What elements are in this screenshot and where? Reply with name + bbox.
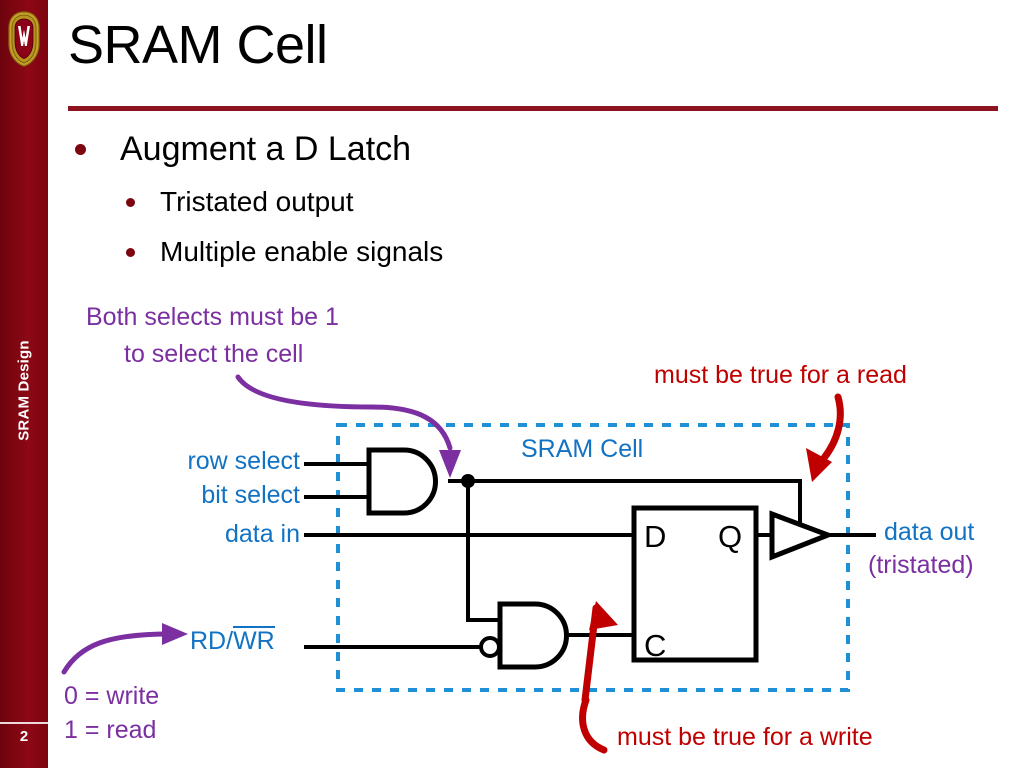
circuit-wires — [304, 462, 876, 649]
annotation-rd-wr-zero: 0 = write — [64, 682, 160, 710]
annotation-must-be-true-read: must be true for a read — [654, 361, 907, 389]
wire-junction-dot — [461, 474, 475, 488]
latch-pin-q: Q — [718, 519, 742, 554]
rd-wr-overline-wr: WR — [233, 626, 275, 655]
bullet-marker-level2-0 — [126, 198, 135, 207]
purple-arrowhead-down-icon — [439, 450, 461, 478]
bullet-marker-level1 — [75, 144, 86, 155]
signal-label-data-in: data in — [224, 520, 300, 548]
bullet-level1: Augment a D Latch — [120, 130, 412, 168]
latch-pin-c: C — [644, 628, 666, 663]
rd-wr-prefix: RD/ — [190, 627, 234, 655]
sram-cell-label: SRAM Cell — [521, 435, 644, 463]
d-latch-box — [631, 505, 759, 663]
page-number: 2 — [19, 728, 29, 745]
latch-pin-d: D — [644, 519, 666, 554]
bullet-level2-0: Tristated output — [160, 186, 354, 217]
purple-arrowhead-right-icon — [162, 623, 188, 645]
annotation-both-selects-line1: Both selects must be 1 — [86, 303, 339, 331]
sram-cell-boundary — [336, 423, 850, 692]
tristate-buffer — [769, 510, 835, 561]
signal-label-rd-wr: RD/WR — [190, 626, 275, 656]
signal-label-data-out: data out — [884, 518, 975, 546]
annotation-rd-wr-one: 1 = read — [64, 716, 157, 744]
uw-crest-logo — [8, 11, 40, 67]
title-underline — [68, 106, 998, 111]
annotation-must-be-true-write: must be true for a write — [617, 723, 873, 751]
and-gate-select — [366, 447, 438, 516]
inverting-bubble-icon — [479, 636, 501, 658]
annotation-tristated: (tristated) — [868, 551, 974, 579]
page-title: SRAM Cell — [68, 15, 328, 75]
sidebar-divider — [0, 722, 48, 724]
and-gate-write-enable — [497, 601, 569, 670]
sidebar-section-label: SRAM Design — [15, 340, 33, 441]
red-arrowhead-write-icon — [589, 601, 618, 630]
signal-label-row-select: row select — [187, 447, 300, 475]
annotation-both-selects-line2: to select the cell — [124, 340, 304, 368]
signal-label-bit-select: bit select — [201, 481, 300, 509]
red-arrow-write-stem — [581, 604, 600, 704]
bullet-marker-level2-1 — [126, 248, 135, 257]
slide-canvas: 2 SRAM Design SRAM Cell Augment a D Latc… — [0, 0, 1024, 768]
red-arrowhead-read-icon — [806, 448, 832, 482]
bullet-level2-1: Multiple enable signals — [160, 236, 444, 267]
